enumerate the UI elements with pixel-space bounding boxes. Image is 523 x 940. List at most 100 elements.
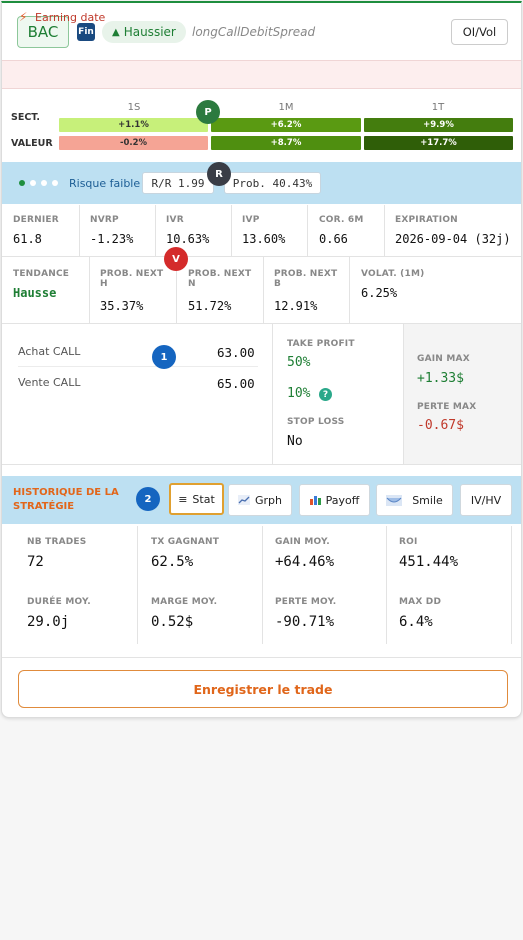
tab-label: Payoff: [325, 493, 360, 507]
divider: [79, 205, 80, 256]
period-1s: 1S: [127, 102, 141, 113]
list-icon: ≡: [178, 492, 188, 506]
rr-chip: R/R 1.99: [142, 172, 214, 194]
prob-next-b-label: PROB. NEXT B: [274, 269, 338, 289]
prob-next-n-label: PROB. NEXT N: [188, 269, 252, 289]
risk-label: Risque faible: [69, 177, 141, 190]
help-icon[interactable]: ?: [319, 388, 332, 401]
stat-label-gain-moy: GAIN MOY.: [275, 537, 330, 547]
prob-next-b-value: 12.91%: [274, 299, 318, 313]
metric-label-ivp: IVP: [242, 215, 260, 225]
perte-max-value: -0.67$: [417, 418, 464, 433]
stop-loss-value[interactable]: No: [287, 434, 303, 449]
metric-value-expiration: 2026-09-04 (32j): [395, 232, 511, 246]
divider: [155, 205, 156, 256]
strategy-name: longCallDebitSpread: [192, 25, 316, 39]
earning-banner: [2, 60, 521, 89]
metric-label-ivr: IVR: [166, 215, 184, 225]
valeur-1s-bar: -0.2%: [59, 136, 208, 150]
take-profit-secondary-value[interactable]: 10%: [287, 386, 310, 401]
divider: [307, 205, 308, 256]
stat-value-marge-moy: 0.52$: [151, 614, 194, 630]
tab-smile[interactable]: Smile: [376, 484, 453, 516]
period-1m: 1M: [278, 102, 294, 113]
marker-2[interactable]: 2: [136, 487, 160, 511]
bolt-icon: ⚡: [19, 10, 28, 24]
page: BAC Fin ▲ Haussier longCallDebitSpread O…: [0, 0, 523, 940]
divider: [18, 366, 258, 367]
row-label-sect: SECT.: [11, 112, 40, 123]
volat-value: 6.25%: [361, 286, 398, 300]
metric-value-dernier: 61.8: [13, 232, 42, 246]
earning-label: Earning date: [35, 11, 106, 24]
metric-value-ivr: 10.63%: [166, 232, 210, 246]
metric-label-cor6m: COR. 6M: [319, 215, 364, 225]
tab-ivhv[interactable]: IV/HV: [460, 484, 512, 516]
stat-value-max-dd: 6.4%: [399, 614, 433, 630]
line-chart-icon: [237, 495, 250, 505]
trend-pill: ▲ Haussier: [102, 21, 186, 43]
prob-next-h-label: PROB. NEXT H: [100, 269, 164, 289]
tab-grph[interactable]: Grph: [228, 484, 292, 516]
stat-label-duree-moy: DURÉE MOY.: [27, 597, 91, 607]
marker-p[interactable]: P: [196, 100, 220, 124]
tendance-value: Hausse: [13, 286, 57, 300]
divider: [2, 256, 521, 257]
risk-dot-2: [30, 180, 36, 186]
prob-next-n-value: 51.72%: [188, 299, 232, 313]
stop-loss-label: STOP LOSS: [287, 417, 345, 427]
divider: [511, 526, 512, 644]
risk-dot-3: [41, 180, 47, 186]
divider: [231, 205, 232, 256]
prob-chip: Prob. 40.43%: [224, 172, 321, 194]
sect-1m-bar: +6.2%: [211, 118, 361, 132]
stat-label-perte-moy: PERTE MOY.: [275, 597, 337, 607]
divider: [263, 257, 264, 323]
max-panel: [403, 324, 521, 465]
history-title: HISTORIQUE DE LA STRATÉGIE: [13, 487, 119, 512]
divider: [262, 526, 263, 644]
metric-label-dernier: DERNIER: [13, 215, 59, 225]
bar-chart-icon: [309, 496, 321, 505]
stat-value-tx-gagnant: 62.5%: [151, 554, 194, 570]
smile-chart-icon: [386, 494, 403, 506]
metric-label-expiration: EXPIRATION: [395, 215, 458, 225]
stat-label-roi: ROI: [399, 537, 418, 547]
marker-r[interactable]: R: [207, 162, 231, 186]
stat-label-tx-gagnant: TX GAGNANT: [151, 537, 220, 547]
tab-payoff[interactable]: Payoff: [299, 484, 370, 516]
gain-max-label: GAIN MAX: [417, 354, 470, 364]
volat-label: VOLAT. (1M): [361, 269, 425, 279]
take-profit-label: TAKE PROFIT: [287, 339, 355, 349]
triangle-up-icon: ▲: [112, 26, 120, 38]
stat-label-max-dd: MAX DD: [399, 597, 442, 607]
take-profit-value[interactable]: 50%: [287, 355, 310, 370]
divider: [2, 657, 521, 658]
row-label-valeur: VALEUR: [11, 138, 53, 149]
valeur-1t-bar: +17.7%: [364, 136, 513, 150]
period-1t: 1T: [431, 102, 445, 113]
leg-value-sell-call: 65.00: [217, 376, 255, 391]
divider: [386, 526, 387, 644]
divider: [2, 464, 521, 465]
divider: [349, 257, 350, 323]
metric-value-nvrp: -1.23%: [90, 232, 134, 246]
prob-next-h-value: 35.37%: [100, 299, 144, 313]
stat-value-duree-moy: 29.0j: [27, 614, 70, 630]
valeur-1m-bar: +8.7%: [211, 136, 361, 150]
divider: [384, 205, 385, 256]
marker-1[interactable]: 1: [152, 345, 176, 369]
metric-label-nvrp: NVRP: [90, 215, 119, 225]
sector-badge: Fin: [77, 23, 95, 41]
stat-value-roi: 451.44%: [399, 554, 459, 570]
oivol-button[interactable]: OI/Vol: [451, 19, 508, 45]
leg-label-buy-call: Achat CALL: [18, 345, 81, 358]
marker-v[interactable]: V: [164, 247, 188, 271]
tab-label: Stat: [192, 492, 215, 506]
sect-1t-bar: +9.9%: [364, 118, 513, 132]
stat-label-nb-trades: NB TRADES: [27, 537, 87, 547]
save-trade-button[interactable]: Enregistrer le trade: [18, 670, 508, 708]
tab-stat[interactable]: ≡ Stat: [169, 483, 224, 515]
stat-value-perte-moy: -90.71%: [275, 614, 335, 630]
leg-label-sell-call: Vente CALL: [18, 376, 81, 389]
